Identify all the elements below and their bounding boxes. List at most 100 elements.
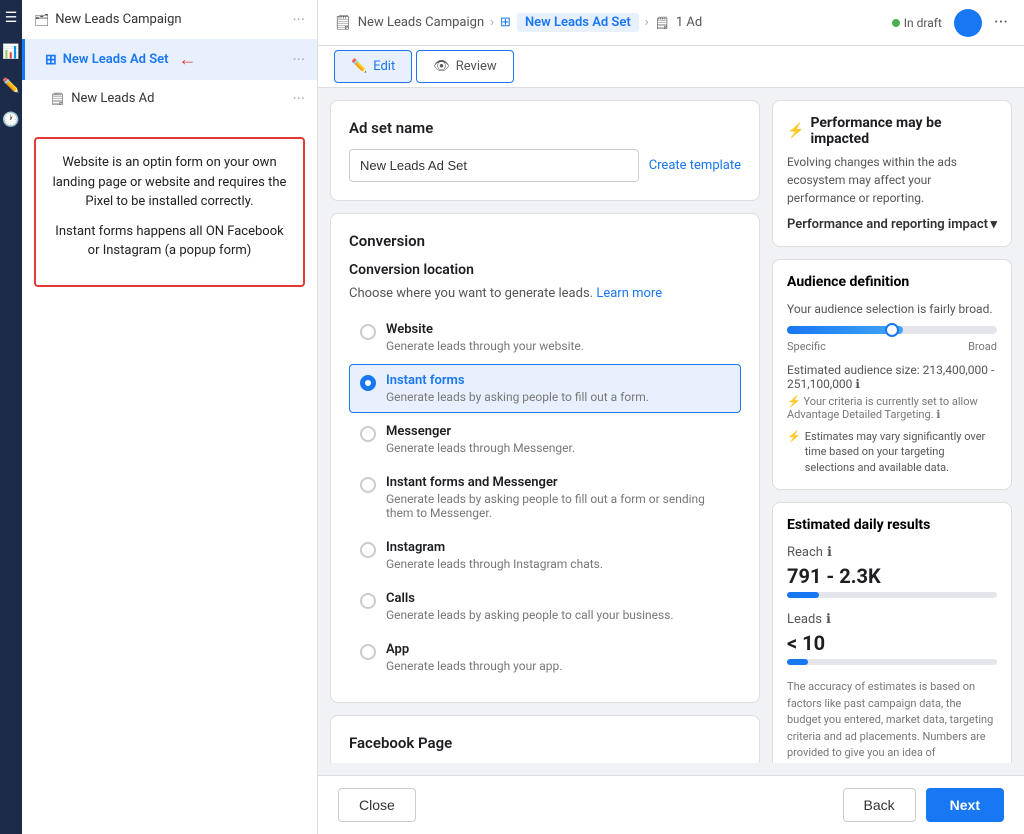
right-panel: ⚡ Performance may be impacted Evolving c…	[772, 100, 1012, 763]
adset-dots[interactable]: ···	[292, 50, 305, 69]
audience-criteria-note: ⚡ Your criteria is currently set to allo…	[787, 395, 997, 421]
menu-icon[interactable]: ☰	[5, 10, 18, 26]
leads-value: < 10	[787, 631, 997, 655]
tab-edit-label: Edit	[373, 59, 395, 74]
tab-review[interactable]: 👁 Review	[416, 50, 513, 83]
conversion-title: Conversion	[349, 232, 741, 250]
annotation-box: Website is an optin form on your own lan…	[34, 137, 305, 287]
radio-website[interactable]: Website Generate leads through your webs…	[349, 313, 741, 362]
performance-alert-card: ⚡ Performance may be impacted Evolving c…	[772, 100, 1012, 247]
performance-alert-expand[interactable]: Performance and reporting impact ▾	[787, 217, 997, 232]
radio-instant-messenger-text: Instant forms and Messenger Generate lea…	[386, 475, 730, 520]
chart-icon[interactable]: 📊	[2, 44, 19, 60]
breadcrumb-adset[interactable]: New Leads Ad Set	[517, 13, 639, 32]
radio-messenger[interactable]: Messenger Generate leads through Messeng…	[349, 415, 741, 464]
leads-result: Leads ℹ < 10	[787, 612, 997, 665]
sidebar-item-ad[interactable]: 🗒 New Leads Ad ···	[22, 80, 317, 117]
radio-instant-forms[interactable]: Instant forms Generate leads by asking p…	[349, 364, 741, 413]
reach-bar-fill	[787, 592, 819, 598]
back-button[interactable]: Back	[843, 788, 916, 822]
adset-name-input-row: Create template	[349, 149, 741, 182]
breadcrumb-sep2: ›	[645, 15, 649, 30]
audience-labels: Specific Broad	[787, 340, 997, 353]
arrow-indicator: ←	[179, 49, 197, 70]
facebook-page-title: Facebook Page	[349, 734, 741, 752]
sidebar: 🗂 New Leads Campaign ··· ⊞ New Leads Ad …	[22, 0, 318, 834]
avatar[interactable]	[954, 9, 982, 37]
info-icon-reach[interactable]: ℹ	[827, 545, 832, 560]
leads-bar-bg	[787, 659, 997, 665]
sidebar-ad-label: New Leads Ad	[71, 91, 154, 106]
breadcrumb-sep1: ›	[490, 15, 494, 30]
create-template-link[interactable]: Create template	[649, 158, 741, 173]
icon-bar: ☰ 📊 ✏️ 🕐	[0, 0, 22, 834]
conversion-location-title: Conversion location	[349, 262, 741, 278]
edit-icon[interactable]: ✏️	[2, 78, 19, 94]
ad-dots[interactable]: ···	[292, 89, 305, 108]
breadcrumb-campaign[interactable]: New Leads Campaign	[358, 15, 484, 30]
radio-calls[interactable]: Calls Generate leads by asking people to…	[349, 582, 741, 631]
reach-bar-bg	[787, 592, 997, 598]
content-area: Ad set name Create template Conversion C…	[318, 88, 1024, 775]
conversion-desc: Choose where you want to generate leads.…	[349, 286, 741, 301]
campaign-dots[interactable]: ···	[292, 10, 305, 29]
conversion-card: Conversion Conversion location Choose wh…	[330, 213, 760, 703]
next-button[interactable]: Next	[926, 788, 1004, 822]
annotation-line1: Website is an optin form on your own lan…	[50, 153, 289, 212]
spark-icon2: ⚡	[787, 429, 801, 444]
tab-edit[interactable]: ✏️ Edit	[334, 50, 412, 83]
reach-result: Reach ℹ 791 - 2.3K	[787, 545, 997, 598]
breadcrumb-adset-icon: ⊞	[500, 15, 511, 30]
adset-name-title: Ad set name	[349, 119, 741, 137]
status-label: In draft	[904, 16, 942, 30]
conversion-learn-more[interactable]: Learn more	[596, 286, 662, 301]
radio-website-circle	[360, 324, 376, 340]
radio-instant-messenger[interactable]: Instant forms and Messenger Generate lea…	[349, 466, 741, 529]
clock-icon[interactable]: 🕐	[2, 112, 19, 128]
radio-instagram[interactable]: Instagram Generate leads through Instagr…	[349, 531, 741, 580]
sidebar-adset-label: New Leads Ad Set	[63, 52, 169, 67]
radio-messenger-text: Messenger Generate leads through Messeng…	[386, 424, 575, 455]
breadcrumb: 🗒 New Leads Campaign › ⊞ New Leads Ad Se…	[334, 13, 702, 32]
breadcrumb-campaign-icon: 🗒	[334, 15, 352, 31]
form-panel: Ad set name Create template Conversion C…	[330, 100, 760, 763]
radio-calls-circle	[360, 593, 376, 609]
estimated-results-card: Estimated daily results Reach ℹ 791 - 2.…	[772, 502, 1012, 763]
radio-messenger-circle	[360, 426, 376, 442]
radio-instagram-text: Instagram Generate leads through Instagr…	[386, 540, 603, 571]
info-icon-criteria[interactable]: ℹ	[936, 408, 940, 421]
radio-calls-text: Calls Generate leads by asking people to…	[386, 591, 674, 622]
tab-review-label: Review	[456, 59, 497, 74]
sidebar-item-adset[interactable]: ⊞ New Leads Ad Set ← ···	[22, 39, 317, 80]
adset-grid-icon: ⊞	[45, 52, 57, 68]
sidebar-item-campaign[interactable]: 🗂 New Leads Campaign ···	[22, 0, 317, 39]
lightning-icon: ⚡	[787, 123, 804, 139]
radio-app[interactable]: App Generate leads through your app.	[349, 633, 741, 682]
info-icon-audience[interactable]: ℹ	[855, 377, 860, 391]
radio-website-text: Website Generate leads through your webs…	[386, 322, 584, 353]
sidebar-campaign-label: New Leads Campaign	[55, 12, 181, 27]
chevron-down-icon: ▾	[990, 217, 997, 232]
info-icon-leads[interactable]: ℹ	[826, 612, 831, 627]
review-eye-icon: 👁	[433, 59, 450, 74]
nav-more-icon[interactable]: ···	[994, 12, 1008, 33]
radio-instant-messenger-circle	[360, 477, 376, 493]
campaign-icon: 🗂	[34, 13, 49, 27]
audience-definition-card: Audience definition Your audience select…	[772, 259, 1012, 490]
status-badge: In draft	[892, 16, 942, 30]
ad-icon: 🗒	[50, 92, 65, 106]
specific-label: Specific	[787, 340, 826, 353]
audience-warning: ⚡ Estimates may vary significantly over …	[787, 429, 997, 475]
audience-description: Your audience selection is fairly broad.	[787, 302, 997, 316]
leads-label: Leads ℹ	[787, 612, 997, 627]
radio-app-circle	[360, 644, 376, 660]
estimated-results-title: Estimated daily results	[787, 517, 997, 533]
breadcrumb-ad[interactable]: 1 Ad	[676, 15, 702, 30]
breadcrumb-ad-icon: 🗒	[655, 16, 670, 30]
adset-name-input[interactable]	[349, 149, 639, 182]
radio-instant-circle	[360, 375, 376, 391]
close-button[interactable]: Close	[338, 788, 416, 822]
radio-instagram-circle	[360, 542, 376, 558]
performance-alert-title: ⚡ Performance may be impacted	[787, 115, 997, 147]
top-nav: 🗒 New Leads Campaign › ⊞ New Leads Ad Se…	[318, 0, 1024, 46]
